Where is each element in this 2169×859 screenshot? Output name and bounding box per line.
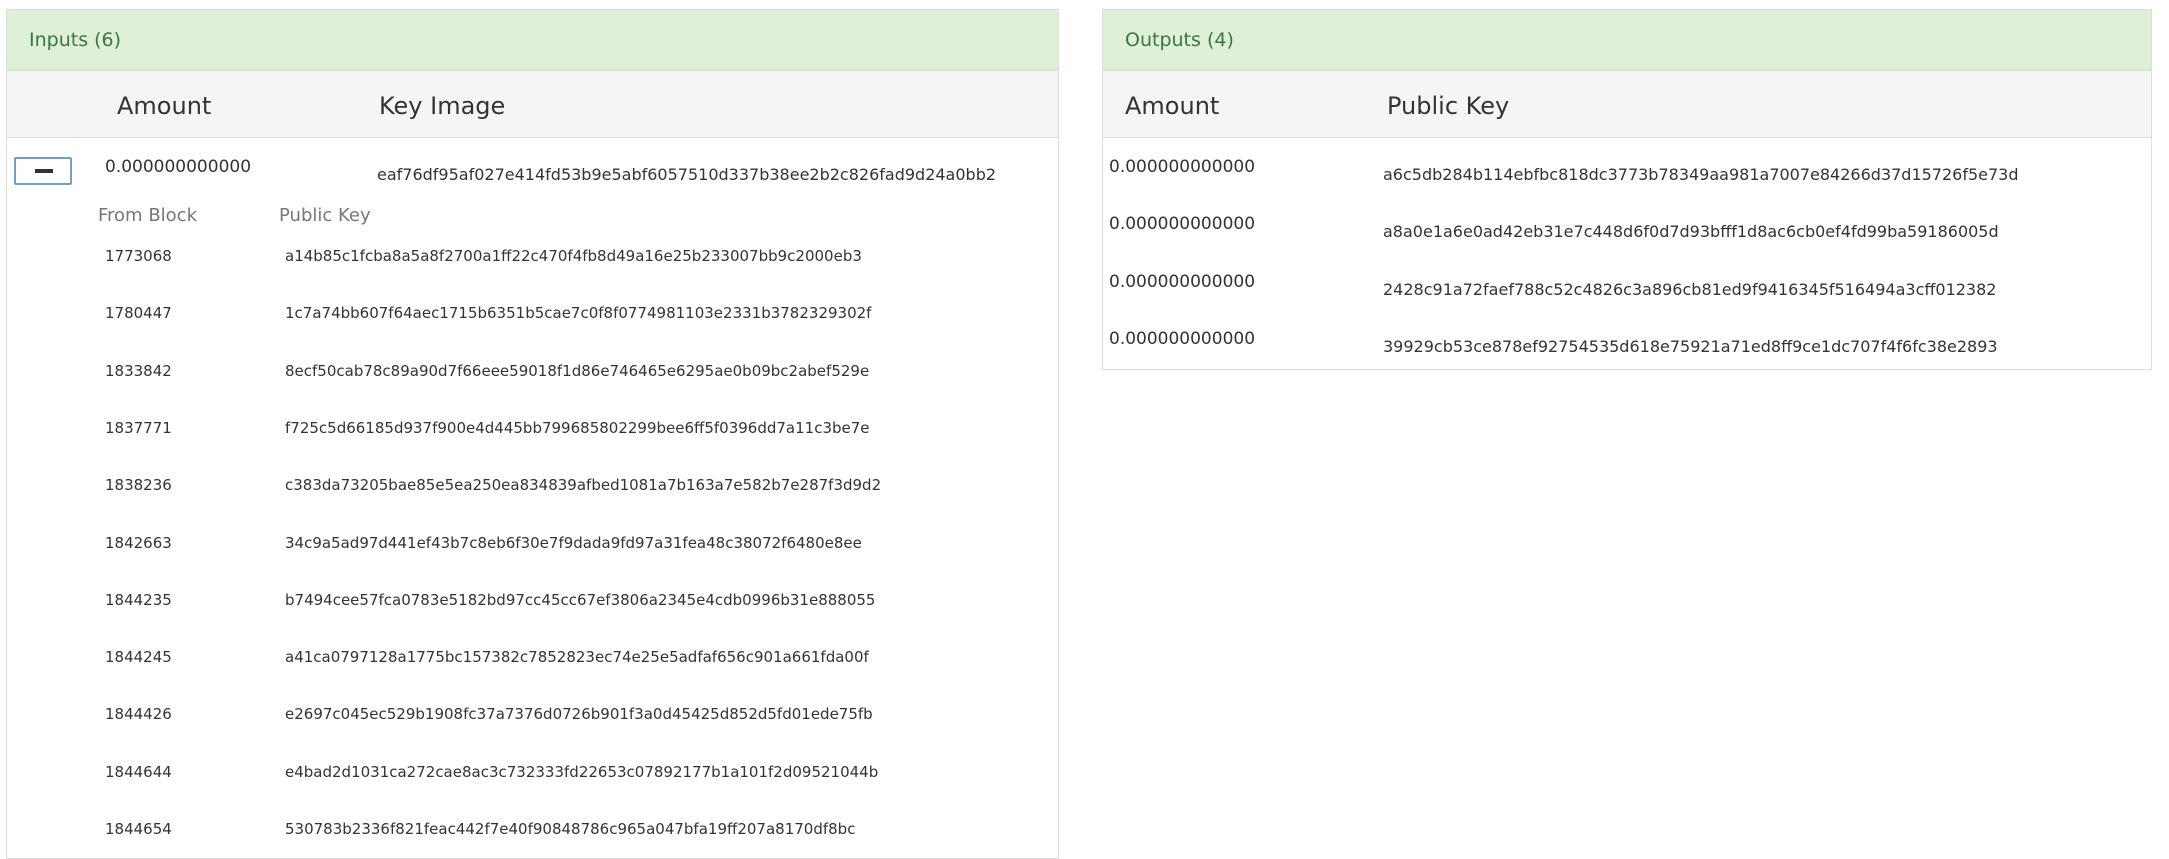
mixin-public-key: 530783b2336f821feac442f7e40f90848786c965… [285, 820, 856, 838]
mixin-from-block: 1838236 [105, 476, 172, 495]
mixin-public-key: b7494cee57fca0783e5182bd97cc45cc67ef3806… [285, 590, 876, 609]
mixin-from-block: 1837771 [105, 418, 172, 437]
output-amount: 0.000000000000 [1109, 157, 1256, 177]
outputs-panel: Outputs (4) Amount Public Key 0.00000000… [1102, 9, 2152, 370]
mixin-public-key: a14b85c1fcba8a5a8f2700a1ff22c470f4fb8d49… [285, 247, 862, 265]
mixin-from-block: 1842663 [105, 533, 172, 552]
output-public-key: 39929cb53ce878ef92754535d618e75921a71ed8… [1383, 336, 1998, 356]
minus-icon [35, 169, 53, 173]
mixin-public-key: 8ecf50cab78c89a90d7f66eee59018f1d86e7464… [285, 361, 870, 380]
mixin-public-key: 1c7a74bb607f64aec1715b6351b5cae7c0f8f077… [285, 304, 872, 323]
mixins-public-key-header: Public Key [279, 205, 371, 226]
output-amount: 0.000000000000 [1109, 328, 1256, 349]
mixin-public-key: c383da73205bae85e5ea250ea834839afbed1081… [285, 476, 882, 495]
mixin-from-block: 1844644 [105, 762, 172, 781]
output-public-key: a6c5db284b114ebfbc818dc3773b78349aa981a7… [1383, 165, 2019, 184]
outputs-public-key-column-header: Public Key [1387, 92, 1510, 120]
mixin-public-key: e4bad2d1031ca272cae8ac3c732333fd22653c07… [285, 762, 879, 781]
mixins-from-block-header: From Block [98, 205, 197, 226]
mixin-public-key: a41ca0797128a1775bc157382c7852823ec74e25… [285, 648, 869, 667]
output-amount: 0.000000000000 [1109, 271, 1256, 292]
mixin-from-block: 1844654 [105, 820, 172, 838]
outputs-amount-column-header: Amount [1125, 92, 1220, 120]
collapse-mixins-button[interactable] [14, 157, 72, 185]
input-key-image: eaf76df95af027e414fd53b9e5abf6057510d337… [377, 165, 997, 184]
mixin-from-block: 1773068 [105, 247, 172, 265]
input-amount: 0.000000000000 [105, 157, 252, 177]
inputs-key-image-column-header: Key Image [379, 92, 506, 120]
mixin-public-key: 34c9a5ad97d441ef43b7c8eb6f30e7f9dada9fd9… [285, 533, 862, 552]
inputs-column-header-row: Amount Key Image [7, 71, 1058, 138]
inputs-amount-column-header: Amount [117, 92, 212, 120]
mixin-from-block: 1780447 [105, 304, 172, 323]
inputs-panel-title: Inputs (6) [7, 10, 1058, 71]
mixin-public-key: e2697c045ec529b1908fc37a7376d0726b901f3a… [285, 705, 873, 724]
output-public-key: 2428c91a72faef788c52c4826c3a896cb81ed9f9… [1383, 279, 1997, 299]
inputs-panel: Inputs (6) Amount Key Image 0.0000000000… [6, 9, 1059, 859]
outputs-panel-title: Outputs (4) [1103, 10, 2151, 71]
mixin-from-block: 1844235 [105, 590, 172, 609]
output-public-key: a8a0e1a6e0ad42eb31e7c448d6f0d7d93bfff1d8… [1383, 222, 1999, 242]
mixin-from-block: 1833842 [105, 361, 172, 380]
output-amount: 0.000000000000 [1109, 214, 1256, 235]
mixin-public-key: f725c5d66185d937f900e4d445bb799685802299… [285, 418, 870, 437]
mixin-from-block: 1844245 [105, 648, 172, 667]
mixin-from-block: 1844426 [105, 705, 172, 724]
outputs-column-header-row: Amount Public Key [1103, 71, 2151, 138]
